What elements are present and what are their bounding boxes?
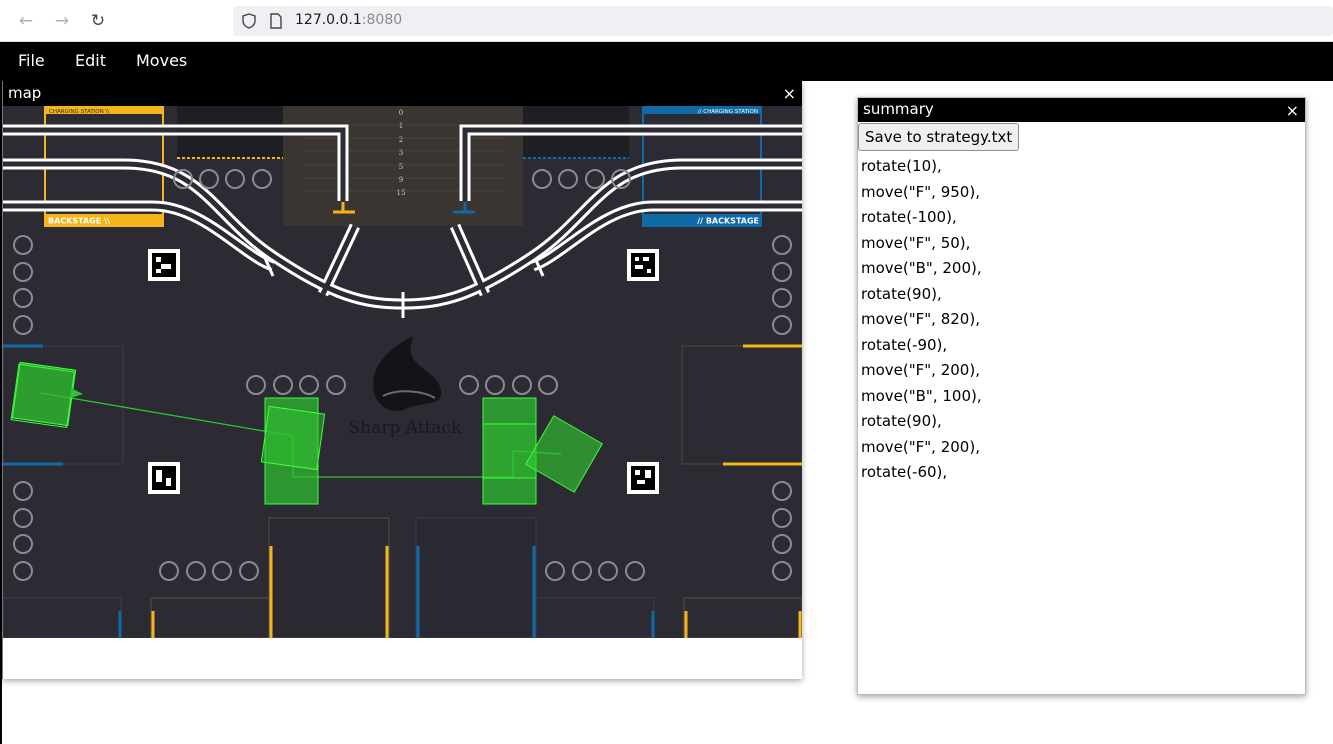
move-line: rotate(-100), <box>861 208 957 226</box>
app-menubar: File Edit Moves <box>0 42 1333 81</box>
map-window[interactable]: map × 0 1 2 3 5 9 15 CHARGING STATION \\ <box>2 81 802 679</box>
ruler-mark: 0 <box>399 109 403 117</box>
menu-moves[interactable]: Moves <box>136 51 187 70</box>
forward-arrow-icon[interactable]: → <box>51 10 73 32</box>
ruler-mark: 15 <box>397 189 406 197</box>
ruler-mark: 2 <box>399 136 403 144</box>
map-window-title: map <box>8 84 42 102</box>
move-line: rotate(90), <box>861 412 942 430</box>
move-line: rotate(-90), <box>861 335 948 354</box>
logo-text: Sharp Attack <box>349 418 462 438</box>
move-line: move("F", 950), <box>861 182 980 201</box>
move-line: rotate(90), <box>861 284 942 303</box>
map-close-icon[interactable]: × <box>783 81 796 106</box>
address-bar[interactable]: 127.0.0.1:8080 <box>233 6 1333 36</box>
move-line: rotate(-60), <box>861 463 948 481</box>
summary-window[interactable]: summary × Save to strategy.txt rotate(10… <box>857 97 1306 695</box>
ruler-mark: 9 <box>399 176 403 184</box>
ruler-mark: 3 <box>399 149 403 157</box>
backstage-left-label: BACKSTAGE \\ <box>48 217 110 226</box>
url-text: 127.0.0.1:8080 <box>295 12 403 28</box>
move-line: move("F", 200), <box>861 437 980 456</box>
menu-edit[interactable]: Edit <box>75 51 106 70</box>
move-line: move("B", 100), <box>861 386 982 405</box>
charging-station-right-label: // CHARGING STATION <box>698 109 758 115</box>
ruler-mark: 1 <box>399 122 403 130</box>
move-line: move("B", 200), <box>861 259 982 277</box>
shield-icon <box>242 13 256 29</box>
move-line: rotate(10), <box>861 157 942 175</box>
browser-toolbar: ← → ↻ 127.0.0.1:8080 <box>0 0 1333 42</box>
aruco-marker <box>627 249 659 281</box>
summary-window-titlebar[interactable]: summary × <box>858 98 1305 122</box>
moves-list: rotate(10), move("F", 950), rotate(-100)… <box>861 154 982 486</box>
game-board-map[interactable]: 0 1 2 3 5 9 15 CHARGING STATION \\ // CH… <box>3 106 802 638</box>
save-strategy-button[interactable]: Save to strategy.txt <box>858 123 1020 151</box>
ruler-mark: 5 <box>399 163 403 171</box>
aruco-marker <box>148 249 180 281</box>
reload-icon[interactable]: ↻ <box>87 10 109 32</box>
bottom-zone <box>268 517 390 638</box>
page-icon <box>270 13 282 29</box>
move-line: move("F", 50), <box>861 233 971 252</box>
backstage-right-label: // BACKSTAGE <box>697 217 759 226</box>
aruco-marker <box>148 462 180 494</box>
back-arrow-icon[interactable]: ← <box>15 10 37 32</box>
charging-station-left-label: CHARGING STATION \\ <box>49 109 109 115</box>
move-line: move("F", 200), <box>861 361 980 379</box>
summary-window-title: summary <box>863 100 934 118</box>
summary-close-icon[interactable]: × <box>1286 98 1299 123</box>
move-line: move("F", 820), <box>861 310 980 328</box>
bottom-zone <box>415 517 537 638</box>
menu-file[interactable]: File <box>18 51 45 70</box>
map-window-titlebar[interactable]: map × <box>3 81 802 106</box>
aruco-marker <box>627 462 659 494</box>
